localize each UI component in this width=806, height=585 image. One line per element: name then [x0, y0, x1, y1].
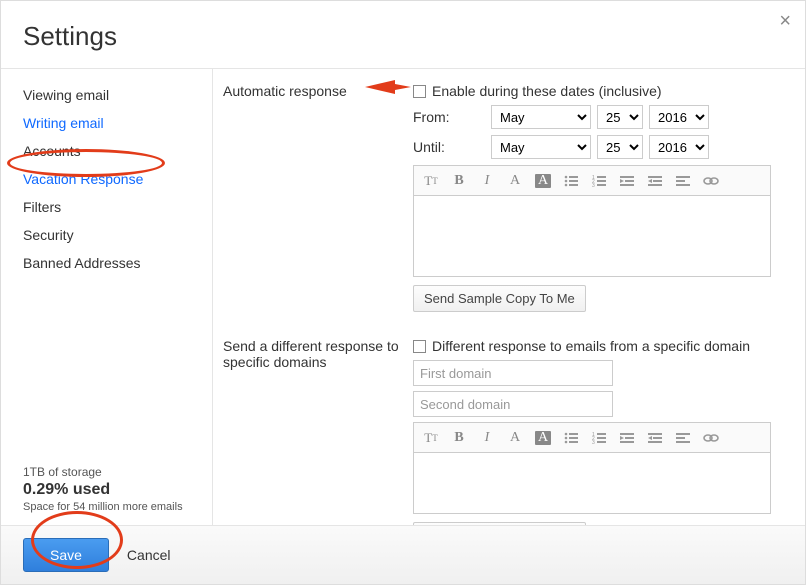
editor-toolbar: TT B I A A 123	[414, 166, 770, 196]
storage-used: 0.29% used	[23, 481, 190, 499]
second-domain-input[interactable]	[413, 391, 613, 417]
sidebar: Viewing email Writing email Accounts Vac…	[1, 69, 213, 525]
editor-toolbar-2: TT B I A A 123	[414, 423, 770, 453]
indent-increase-icon[interactable]	[644, 427, 666, 449]
enable-dates-label: Enable during these dates (inclusive)	[432, 83, 662, 99]
indent-increase-icon[interactable]	[644, 170, 666, 192]
font-size-icon[interactable]: TT	[420, 427, 442, 449]
align-left-icon[interactable]	[672, 427, 694, 449]
sidebar-item-viewing-email[interactable]: Viewing email	[1, 81, 212, 109]
numbered-list-icon[interactable]: 123	[588, 427, 610, 449]
highlight-icon[interactable]: A	[532, 427, 554, 449]
from-month-select[interactable]: May	[491, 105, 591, 129]
first-domain-input[interactable]	[413, 360, 613, 386]
section-label-auto: Automatic response	[223, 83, 413, 312]
editor-automatic-response: TT B I A A 123	[413, 165, 771, 277]
svg-text:3: 3	[592, 183, 595, 187]
section-specific-domains: Send a different response to specific do…	[223, 338, 783, 525]
from-day-select[interactable]: 25	[597, 105, 643, 129]
sidebar-item-accounts[interactable]: Accounts	[1, 137, 212, 165]
italic-icon[interactable]: I	[476, 170, 498, 192]
indent-decrease-icon[interactable]	[616, 170, 638, 192]
specific-domain-label: Different response to emails from a spec…	[432, 338, 750, 354]
nav-list: Viewing email Writing email Accounts Vac…	[1, 81, 212, 465]
sidebar-item-filters[interactable]: Filters	[1, 193, 212, 221]
until-day-select[interactable]: 25	[597, 135, 643, 159]
main-panel: Automatic response Enable during these d…	[213, 69, 805, 525]
editor-domain-response: TT B I A A 123	[413, 422, 771, 514]
section-label-domains: Send a different response to specific do…	[223, 338, 413, 525]
bullet-list-icon[interactable]	[560, 170, 582, 192]
link-icon[interactable]	[700, 427, 722, 449]
sidebar-item-security[interactable]: Security	[1, 221, 212, 249]
specific-domain-checkbox[interactable]	[413, 340, 426, 353]
italic-icon[interactable]: I	[476, 427, 498, 449]
close-button[interactable]: ×	[779, 11, 791, 31]
until-year-select[interactable]: 2016	[649, 135, 709, 159]
settings-modal: × Settings Viewing email Writing email A…	[0, 0, 806, 585]
bold-icon[interactable]: B	[448, 427, 470, 449]
section-automatic-response: Automatic response Enable during these d…	[223, 83, 783, 312]
text-color-icon[interactable]: A	[504, 170, 526, 192]
storage-info: 1TB of storage 0.29% used Space for 54 m…	[1, 465, 212, 525]
from-label: From:	[413, 109, 491, 125]
until-month-select[interactable]: May	[491, 135, 591, 159]
bold-icon[interactable]: B	[448, 170, 470, 192]
bullet-list-icon[interactable]	[560, 427, 582, 449]
from-year-select[interactable]: 2016	[649, 105, 709, 129]
text-color-icon[interactable]: A	[504, 427, 526, 449]
svg-text:3: 3	[592, 440, 595, 444]
highlight-icon[interactable]: A	[532, 170, 554, 192]
content-area: Viewing email Writing email Accounts Vac…	[1, 68, 805, 525]
enable-dates-checkbox[interactable]	[413, 85, 426, 98]
storage-capacity: 1TB of storage	[23, 465, 190, 479]
storage-remaining: Space for 54 million more emails	[23, 501, 190, 513]
until-label: Until:	[413, 139, 491, 155]
save-button[interactable]: Save	[23, 538, 109, 572]
sidebar-item-writing-email[interactable]: Writing email	[1, 109, 212, 137]
editor-textarea[interactable]	[414, 196, 770, 276]
footer-bar: Save Cancel	[1, 525, 805, 584]
page-title: Settings	[1, 1, 805, 68]
link-icon[interactable]	[700, 170, 722, 192]
sidebar-item-banned-addresses[interactable]: Banned Addresses	[1, 249, 212, 277]
font-size-icon[interactable]: TT	[420, 170, 442, 192]
editor-textarea-2[interactable]	[414, 453, 770, 513]
cancel-button[interactable]: Cancel	[121, 539, 177, 571]
sidebar-item-vacation-response[interactable]: Vacation Response	[1, 165, 212, 193]
align-left-icon[interactable]	[672, 170, 694, 192]
indent-decrease-icon[interactable]	[616, 427, 638, 449]
numbered-list-icon[interactable]: 123	[588, 170, 610, 192]
send-sample-button[interactable]: Send Sample Copy To Me	[413, 285, 586, 312]
